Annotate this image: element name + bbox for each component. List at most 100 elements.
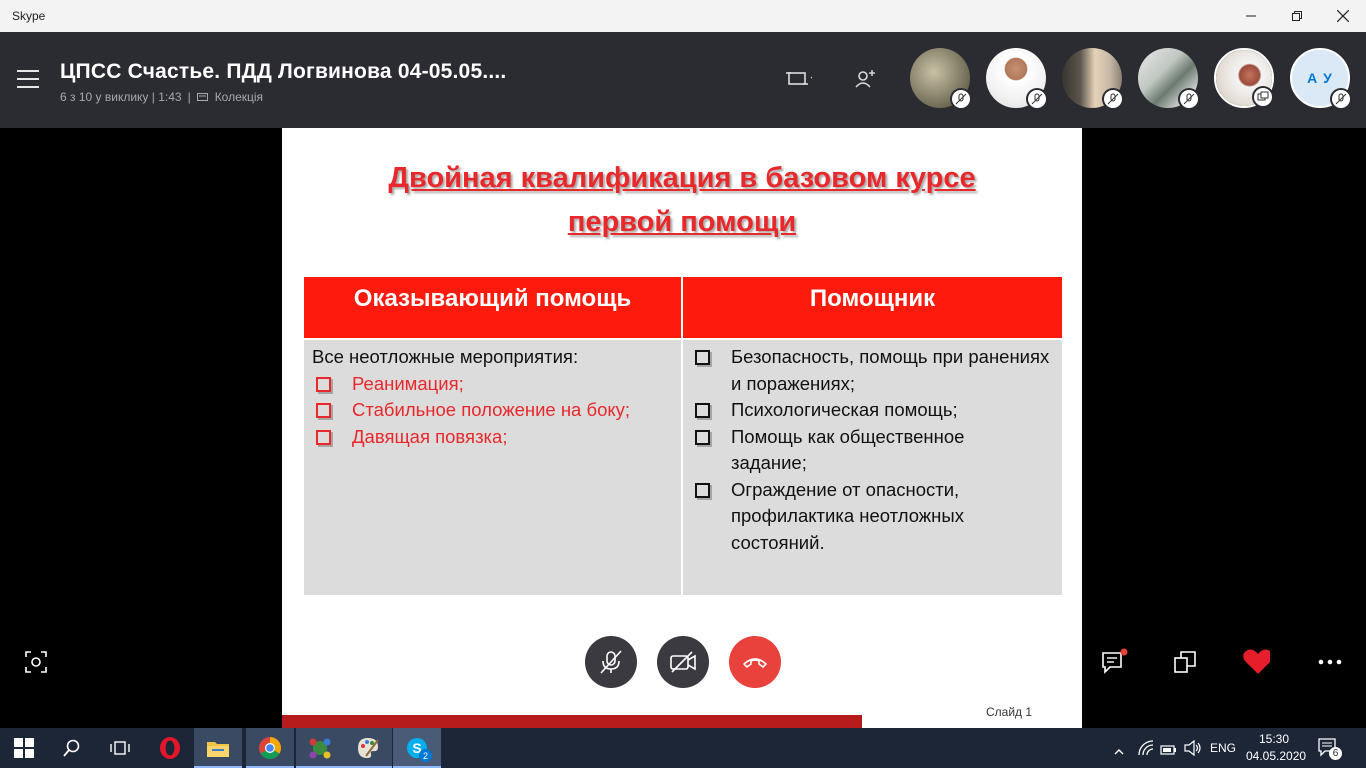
chat-icon (1102, 648, 1128, 674)
snapshot-button[interactable] (22, 648, 50, 676)
collection-icon (196, 93, 208, 101)
chrome-taskbar-button[interactable] (246, 728, 294, 768)
input-language[interactable]: ENG (1210, 741, 1236, 755)
action-center-button[interactable]: 6 (1318, 738, 1342, 762)
windows-taskbar: S 2 ENG 15:30 04.05.2020 6 (0, 728, 1366, 768)
table-header-left: Оказывающий помощь (304, 277, 681, 338)
menu-icon[interactable] (17, 70, 39, 88)
mute-microphone-button[interactable] (585, 636, 637, 688)
video-off-icon (670, 651, 696, 673)
skype-window: Skype ЦПСС Счастье. ПДД Логвинова 04-05.… (0, 0, 1366, 768)
chrome-icon (259, 737, 281, 759)
react-button[interactable] (1242, 648, 1270, 676)
more-options-button[interactable] (1316, 648, 1344, 676)
paint-taskbar-button[interactable] (344, 728, 392, 768)
mic-muted-icon (955, 93, 967, 105)
opera-icon (160, 737, 180, 759)
slide-title: Двойная квалификация в базовом курсе пер… (282, 156, 1082, 244)
separator: | (187, 90, 191, 104)
list-item: Помощь как общественное задание; (683, 424, 1062, 477)
network-tray-icon[interactable] (1138, 740, 1154, 760)
screen-share-icon (1257, 91, 1269, 101)
opera-taskbar-button[interactable] (146, 728, 194, 768)
add-participant-button[interactable] (852, 68, 878, 90)
participant-avatar[interactable] (1138, 48, 1200, 110)
folder-icon (207, 742, 229, 757)
list-item: Психологическая помощь; (683, 397, 1062, 424)
window-titlebar: Skype (0, 0, 1366, 32)
close-icon (1337, 10, 1349, 22)
camera-snapshot-icon (25, 651, 47, 673)
left-intro: Все неотложные мероприятия: (312, 346, 579, 367)
share-screen-icon (1174, 651, 1196, 673)
volume-tray-icon[interactable] (1184, 739, 1202, 760)
slide-number: Слайд 1 (986, 705, 1033, 719)
clock-date[interactable]: 04.05.2020 (1246, 749, 1306, 763)
list-item: Ограждение от опасности, профилактика не… (683, 477, 1062, 557)
windows-logo-icon (14, 738, 34, 758)
mic-muted-icon (1335, 93, 1347, 105)
call-header: ЦПСС Счастье. ПДД Логвинова 04-05.05....… (0, 32, 1366, 128)
slide-bottom-strip (282, 715, 862, 728)
clock-time[interactable]: 15:30 (1259, 732, 1289, 746)
wifi-icon (1138, 740, 1154, 756)
call-subtitle: 6 з 10 у виклику | 1:43 | Колекція (60, 90, 263, 104)
collection-link[interactable]: Колекція (215, 90, 263, 104)
molecule-app-icon (309, 738, 331, 759)
window-title: Skype (12, 9, 46, 23)
list-item: Стабильное положение на боку; (304, 397, 681, 424)
task-view-button[interactable] (96, 728, 144, 768)
chat-button[interactable] (1100, 648, 1128, 676)
mic-muted-icon (1031, 93, 1043, 105)
toggle-video-button[interactable] (657, 636, 709, 688)
table-cell-right: Безопасность, помощь при ранениях и пора… (683, 340, 1062, 595)
list-item: Реанимация; (304, 371, 681, 398)
table-header-right: Помощник (683, 277, 1062, 338)
participant-list: А У (910, 48, 1352, 110)
minimize-button[interactable] (1228, 0, 1274, 32)
share-screen-button[interactable] (1172, 648, 1200, 676)
battery-tray-icon[interactable] (1160, 741, 1178, 760)
participant-avatar-initials[interactable]: А У (1290, 48, 1352, 110)
mic-muted-icon (1183, 93, 1195, 105)
restore-button[interactable] (1274, 0, 1320, 32)
tray-expand-button[interactable] (1114, 742, 1124, 761)
skype-taskbar-button[interactable]: S 2 (393, 728, 441, 768)
list-item: Безопасность, помощь при ранениях и пора… (683, 344, 1062, 397)
mic-muted-icon (1107, 93, 1119, 105)
minimize-icon (1246, 15, 1256, 17)
task-view-icon (110, 741, 130, 755)
participant-avatar[interactable] (910, 48, 972, 110)
slide-title-line1: Двойная квалификация в базовом курсе (388, 162, 976, 194)
restore-icon (1292, 11, 1302, 21)
search-icon (63, 739, 80, 757)
participant-avatar[interactable] (986, 48, 1048, 110)
skype-badge: 2 (419, 749, 432, 762)
call-title: ЦПСС Счастье. ПДД Логвинова 04-05.05.... (60, 60, 507, 83)
participant-avatar-active[interactable] (1214, 48, 1274, 108)
end-call-button[interactable] (729, 636, 781, 688)
table-cell-left: Все неотложные мероприятия: Реанимация; … (304, 340, 681, 595)
slide-table: Оказывающий помощь Помощник Все неотложн… (304, 277, 1062, 595)
speaker-icon (1184, 739, 1201, 757)
call-status-text: 6 з 10 у виклику | 1:43 (60, 90, 182, 104)
app-taskbar-button[interactable] (296, 728, 344, 768)
close-button[interactable] (1320, 0, 1366, 32)
list-item: Давящая повязка; (304, 424, 681, 451)
participant-avatar[interactable] (1062, 48, 1124, 110)
chevron-up-icon (1114, 749, 1124, 755)
start-button[interactable] (0, 728, 48, 768)
slide-title-line2: первой помощи (567, 206, 797, 238)
search-button[interactable] (48, 728, 96, 768)
screen-layout-icon (786, 72, 812, 85)
file-explorer-taskbar-button[interactable] (194, 728, 242, 768)
window-controls (1228, 0, 1366, 32)
notification-count: 6 (1329, 747, 1342, 760)
hang-up-icon (743, 658, 767, 668)
battery-icon (1160, 745, 1176, 755)
heart-icon (1243, 649, 1270, 674)
screen-layout-button[interactable] (786, 68, 812, 90)
add-person-icon (855, 70, 875, 88)
paint-palette-icon (358, 738, 379, 758)
mic-off-icon (600, 650, 622, 674)
